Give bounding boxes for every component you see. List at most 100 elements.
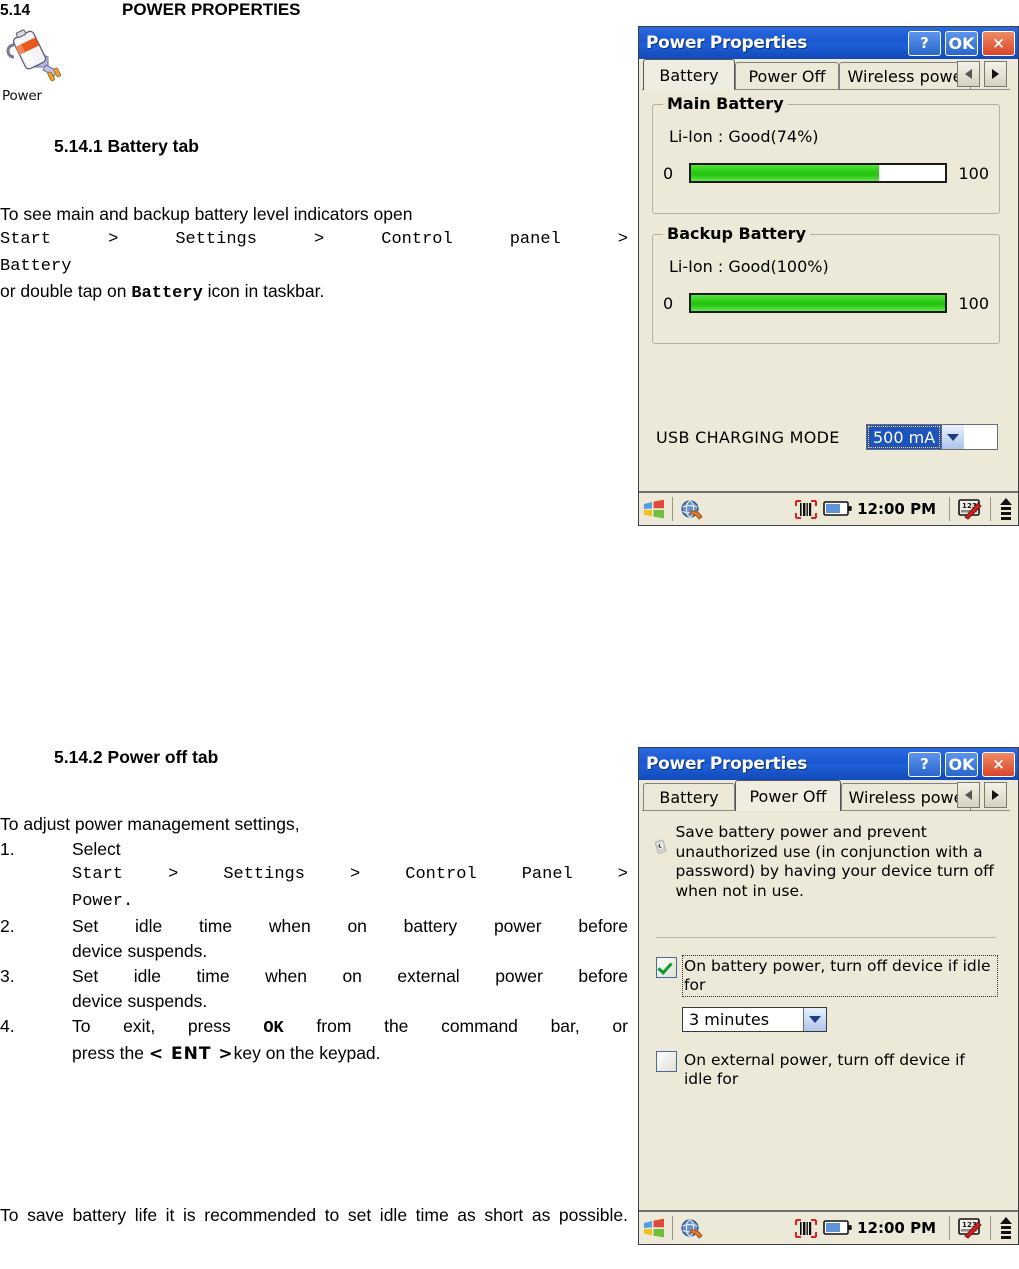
backup-battery-progress-fill (691, 295, 945, 311)
para1-line3: or double tap on Battery icon in taskbar… (0, 279, 628, 306)
help-button[interactable]: ? (908, 751, 941, 777)
input-panel-icon[interactable]: 123 (957, 498, 983, 520)
main-battery-progressbar (689, 163, 947, 183)
power-battery-plug-icon (6, 29, 61, 82)
section-divider (656, 937, 996, 938)
taskbar-clock[interactable]: 12:00 PM (857, 1219, 936, 1237)
battery-status-icon[interactable] (823, 1218, 853, 1238)
battery-idle-time-select[interactable]: 3 minutes (682, 1007, 827, 1032)
taskbar[interactable]: 12:00 PM 123 (639, 1210, 1018, 1244)
list-item-line2: press the < ENT >key on the keypad. (72, 1041, 628, 1067)
tab-scroll-left-button[interactable] (957, 782, 980, 808)
tab-scroll-right-button[interactable] (984, 61, 1007, 87)
windows-start-icon[interactable] (643, 1218, 665, 1238)
para3-text: To save battery life it is recommended t… (0, 1205, 628, 1225)
usb-charging-mode-row: USB CHARGING MODE 500 mA (656, 424, 998, 450)
backup-battery-progressbar (689, 293, 947, 313)
network-globe-icon[interactable] (680, 1218, 704, 1239)
external-power-checkbox[interactable] (656, 1051, 677, 1072)
input-panel-icon[interactable]: 123 (957, 1217, 983, 1239)
power-icon-label: Power (2, 88, 42, 104)
list-item-path: Start > Settings > Control Panel > (72, 865, 628, 884)
barcode-scanner-icon[interactable] (794, 1218, 818, 1239)
para1-path: Start > Settings > Control panel > (0, 230, 628, 249)
tab-power-off[interactable]: Power Off (735, 62, 839, 89)
backup-battery-bar-row: 0 100 (663, 293, 989, 313)
tabstrip: Battery Power Off Wireless powe (639, 780, 1018, 811)
paragraph-battery-intro: To see main and backup battery level ind… (0, 202, 628, 306)
titlebar: Power Properties ? OK × (639, 27, 1018, 59)
tab-wireless-power[interactable]: Wireless powe (839, 62, 971, 89)
titlebar-buttons: ? OK × (908, 30, 1015, 56)
usb-charging-mode-select[interactable]: 500 mA (866, 424, 998, 450)
power-off-tab-panel: Save battery power and prevent unauthori… (642, 810, 1010, 1210)
main-battery-group-title: Main Battery (663, 94, 788, 113)
close-icon[interactable]: × (982, 30, 1015, 56)
tab-scroll-left-button[interactable] (957, 61, 980, 87)
subsection-title-power-off-tab: 5.14.2 Power off tab (54, 747, 219, 767)
ok-button[interactable]: OK (945, 30, 978, 56)
external-power-option-row[interactable]: On external power, turn off device if id… (656, 1051, 996, 1089)
power-properties-battery-dialog[interactable]: Power Properties ? OK × Battery Power Of… (638, 26, 1019, 526)
barcode-scanner-icon[interactable] (794, 499, 818, 520)
list-item-line2-a: press the (72, 1043, 149, 1063)
power-off-description-block: Save battery power and prevent unauthori… (654, 823, 1002, 901)
main-battery-status: Li-Ion : Good(74%) (669, 127, 819, 146)
para1-path2: Battery (0, 257, 72, 276)
list-item-line1-a: To exit, press (72, 1016, 264, 1036)
usb-charging-mode-label: USB CHARGING MODE (656, 427, 840, 447)
up-arrow-icon[interactable] (998, 1216, 1014, 1240)
battery-power-checkbox[interactable] (656, 957, 677, 978)
tab-power-off[interactable]: Power Off (735, 780, 841, 811)
main-battery-progress-fill (691, 165, 879, 181)
battery-power-checkbox-label[interactable]: On battery power, turn off device if idl… (682, 955, 998, 997)
main-battery-group: Main Battery Li-Ion : Good(74%) 0 100 (652, 94, 1000, 214)
list-item-text: Select (72, 839, 121, 859)
network-globe-icon[interactable] (680, 499, 704, 520)
chevron-left-icon (965, 790, 972, 800)
usb-charging-mode-value: 500 mA (867, 425, 942, 449)
chevron-down-icon[interactable] (941, 425, 965, 449)
up-arrow-icon[interactable] (998, 497, 1014, 521)
section-number: 5.14 (0, 2, 31, 19)
backup-battery-group: Backup Battery Li-Ion : Good(100%) 0 100 (652, 224, 1000, 344)
battery-status-icon[interactable] (823, 499, 853, 519)
taskbar[interactable]: 12:00 PM 123 (639, 491, 1018, 525)
backup-battery-status: Li-Ion : Good(100%) (669, 257, 829, 276)
main-battery-max-label: 100 (958, 163, 989, 183)
para1-line3-a: or double tap on (0, 281, 132, 301)
list-item: 3. Set idle time when on external power … (0, 964, 628, 1014)
chevron-down-icon[interactable] (803, 1008, 826, 1031)
para1-battery-keyword: Battery (131, 284, 203, 303)
tab-scroll-right-button[interactable] (984, 782, 1007, 808)
ok-button[interactable]: OK (945, 751, 978, 777)
ok-keyword: OK (263, 1019, 284, 1038)
windows-start-icon[interactable] (643, 499, 665, 519)
tab-battery[interactable]: Battery (643, 783, 735, 810)
power-control-panel-icon-block: Power (2, 27, 72, 104)
document-column: 5.14 POWER PROPERTIES Power 5.14.1 Batter… (0, 0, 634, 1269)
battery-power-option-row[interactable]: On battery power, turn off device if idl… (656, 955, 998, 997)
para1-line3-c: icon in taskbar. (202, 281, 325, 301)
help-button[interactable]: ? (908, 30, 941, 56)
backup-battery-min-label: 0 (663, 293, 674, 313)
tab-battery[interactable]: Battery (643, 59, 735, 90)
tab-wireless-power[interactable]: Wireless powe (841, 783, 971, 810)
list-item-number: 2. (0, 916, 15, 936)
ent-key-keyword: < ENT > (148, 1044, 234, 1064)
main-battery-min-label: 0 (663, 163, 674, 183)
close-icon[interactable]: × (982, 751, 1015, 777)
paragraph-poweroff-intro: To adjust power management settings, (0, 814, 300, 834)
para1-line1: To see main and backup battery level ind… (0, 204, 413, 224)
power-off-description-text: Save battery power and prevent unauthori… (675, 823, 994, 900)
power-properties-poweroff-dialog[interactable]: Power Properties ? OK × Battery Power Of… (638, 747, 1019, 1245)
external-power-checkbox-label[interactable]: On external power, turn off device if id… (684, 1051, 996, 1089)
page-title: 5.14 POWER PROPERTIES (0, 0, 620, 20)
taskbar-separator (672, 497, 673, 521)
list-item-number: 4. (0, 1016, 15, 1036)
list-item-line1-c: from the command bar, or (283, 1016, 628, 1036)
backup-battery-max-label: 100 (958, 293, 989, 313)
taskbar-clock[interactable]: 12:00 PM (857, 500, 936, 518)
list-item-line2: device suspends. (72, 941, 208, 961)
paragraph-battery-life-tip: To save battery life it is recommended t… (0, 1203, 628, 1228)
